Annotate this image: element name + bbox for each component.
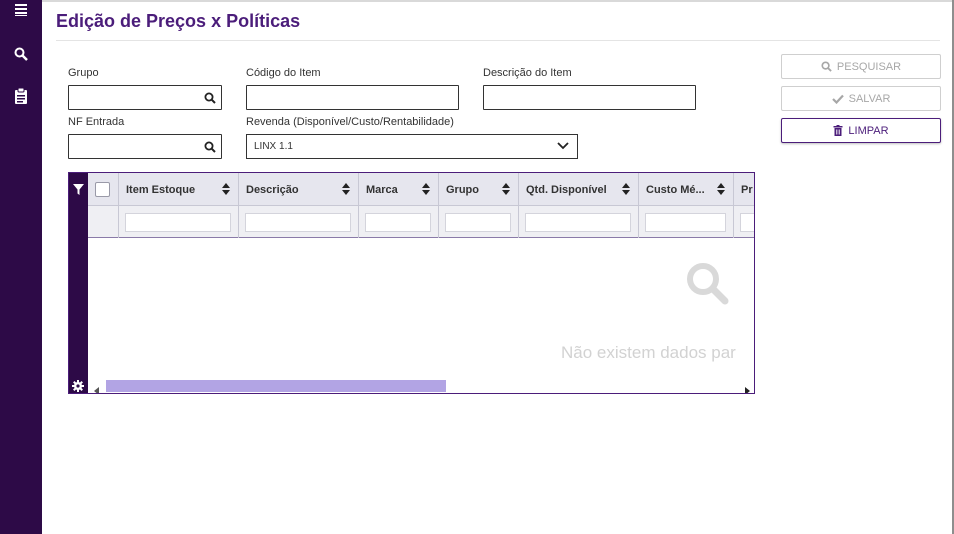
window-top-border [42,0,952,2]
chevron-down-icon[interactable] [557,142,569,153]
filter-cell-qtd-disponivel [519,206,639,238]
sort-icon [717,183,725,198]
column-header-preco[interactable]: Pr [734,173,754,206]
nf-field[interactable] [68,134,222,159]
codigo-label: Código do Item [246,67,321,79]
filter-cell-marca [359,206,439,238]
grid-toolbar-rail [69,173,88,393]
column-header-marca[interactable]: Marca [359,173,439,206]
filter-input-qtd-disponivel[interactable] [525,213,631,232]
gear-icon[interactable] [72,379,84,393]
grid-header-row: Item Estoque Descrição Marca Grupo Qtd. … [88,173,754,206]
trash-icon [833,125,843,136]
pesquisar-label: PESQUISAR [836,60,902,73]
column-header-grupo[interactable]: Grupo [439,173,519,206]
clipboard-icon[interactable] [11,86,31,106]
column-header-qtd-disponivel[interactable]: Qtd. Disponível [519,173,639,206]
revenda-select[interactable]: LINX 1.1 [246,134,578,159]
horizontal-scrollbar[interactable] [88,378,754,393]
revenda-selected-value: LINX 1.1 [254,141,293,152]
scroll-right-arrow-icon[interactable] [745,382,750,393]
filter-cell-item-estoque [119,206,239,238]
limpar-label: LIMPAR [848,124,889,137]
nf-search-icon[interactable] [204,140,216,158]
descricao-label: Descrição do Item [483,67,572,79]
filter-input-custo-medio[interactable] [645,213,726,232]
scroll-left-arrow-icon[interactable] [94,382,99,393]
pesquisar-search-icon [821,61,832,72]
sort-icon [622,183,630,198]
data-grid: Item Estoque Descrição Marca Grupo Qtd. … [68,172,755,394]
sort-icon [502,183,510,198]
grupo-label: Grupo [68,67,99,79]
filter-input-grupo[interactable] [445,213,511,232]
revenda-label: Revenda (Disponível/Custo/Rentabilidade) [246,116,454,128]
scrollbar-thumb[interactable] [106,380,446,392]
filter-input-item-estoque[interactable] [125,213,231,232]
select-all-cell [88,173,119,206]
filter-input-marca[interactable] [365,213,431,232]
filter-cell-custo-medio [639,206,734,238]
sidebar [0,0,42,534]
codigo-field[interactable] [246,85,459,110]
column-header-descricao[interactable]: Descrição [239,173,359,206]
filter-cell-descricao [239,206,359,238]
descricao-field[interactable] [483,85,696,110]
filter-input-descricao[interactable] [245,213,351,232]
sort-icon [222,183,230,198]
column-header-custo-medio[interactable]: Custo Mé... [639,173,734,206]
sort-icon [342,183,350,198]
column-header-item-estoque[interactable]: Item Estoque [119,173,239,206]
limpar-button[interactable]: LIMPAR [781,118,941,143]
menu-icon[interactable] [11,0,31,20]
filter-cell-blank [88,206,119,238]
title-divider [56,40,940,41]
filter-icon[interactable] [73,182,84,200]
filter-cell-grupo [439,206,519,238]
empty-search-icon [685,261,729,310]
check-icon [831,94,844,104]
salvar-label: SALVAR [848,92,891,105]
select-all-checkbox[interactable] [95,182,110,197]
salvar-button[interactable]: SALVAR [781,86,941,111]
empty-message: Não existem dados par [561,343,736,362]
sort-icon [422,183,430,198]
pesquisar-button[interactable]: PESQUISAR [781,54,941,79]
grid-filter-row [88,206,754,238]
page-title: Edição de Preços x Políticas [56,11,301,31]
filter-cell-preco [734,206,754,238]
search-icon[interactable] [11,44,31,64]
grupo-field[interactable] [68,85,222,110]
grupo-search-icon[interactable] [204,91,216,109]
nf-label: NF Entrada [68,116,125,128]
filter-input-preco[interactable] [740,213,754,232]
